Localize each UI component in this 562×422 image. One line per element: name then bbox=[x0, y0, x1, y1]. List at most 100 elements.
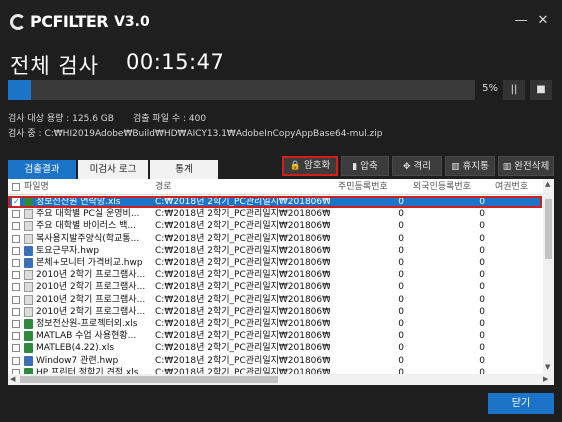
table-row[interactable]: 본체+모니터 가격비교.hwp C:₩2018년 2학기_PC관리일지₩20180… bbox=[8, 257, 542, 269]
hwp-file-icon bbox=[24, 245, 33, 256]
cell-frn: 0 bbox=[479, 258, 485, 268]
column-header-rrn[interactable]: 주민등록번호 bbox=[338, 179, 388, 195]
scroll-right-icon[interactable]: ▶ bbox=[543, 375, 548, 383]
doc-file-icon bbox=[24, 221, 33, 232]
cell-filename: Window7 관련.hwp bbox=[36, 355, 119, 366]
row-checkbox[interactable] bbox=[12, 234, 20, 243]
vertical-scrollbar[interactable]: ▲ ▼ bbox=[543, 179, 554, 375]
table-row[interactable]: 복사용지발주양식(학교통... C:₩2018년 2학기_PC관리일지₩20180… bbox=[8, 233, 542, 245]
compress-label: 압축 bbox=[360, 161, 378, 172]
scan-title: 전체 검사 bbox=[10, 54, 99, 78]
cell-rrn: 0 bbox=[398, 197, 404, 207]
horizontal-scrollbar[interactable]: ◀ ▶ bbox=[8, 374, 554, 385]
cell-rrn: 0 bbox=[398, 245, 404, 256]
encrypt-button[interactable]: 🔒 암호화 bbox=[282, 156, 338, 176]
doc-file-icon bbox=[24, 233, 33, 244]
horizontal-scroll-thumb[interactable] bbox=[20, 376, 278, 383]
scroll-left-icon[interactable]: ◀ bbox=[10, 375, 15, 383]
column-header-passport[interactable]: 여권번호 bbox=[495, 179, 528, 195]
row-checkbox[interactable]: ✓ bbox=[12, 197, 20, 206]
table-row[interactable]: 토요근무자.hwp C:₩2018년 2학기_PC관리일지₩201806₩업...… bbox=[8, 245, 542, 257]
table-row[interactable]: 2010년 2학기 프로그램사... C:₩2018년 2학기_PC관리일지₩20… bbox=[8, 281, 542, 293]
table-row[interactable]: ✓ 정보전산원 연락망.xls C:₩2018년 2학기_PC관리일지₩201806… bbox=[8, 196, 542, 208]
stop-button[interactable]: ■ bbox=[530, 80, 552, 100]
cell-rrn: 0 bbox=[398, 209, 404, 220]
cell-frn: 0 bbox=[479, 331, 485, 342]
cell-path: C:₩2018년 2학기_PC관리일지₩201806₩업... bbox=[155, 270, 330, 281]
row-checkbox[interactable] bbox=[12, 271, 20, 280]
permanent-delete-button[interactable]: ▥ 완전삭제 bbox=[498, 156, 554, 176]
column-header-path[interactable]: 경로 bbox=[155, 179, 172, 195]
scroll-down-icon[interactable]: ▼ bbox=[545, 363, 550, 371]
row-checkbox[interactable] bbox=[12, 283, 20, 292]
cell-frn: 0 bbox=[479, 270, 485, 281]
cell-filename: 2010년 2학기 프로그램사... bbox=[36, 270, 146, 281]
table-row[interactable]: Window7 관련.hwp C:₩2018년 2학기_PC관리일지₩201806… bbox=[8, 355, 542, 367]
isolate-button[interactable]: ✥ 격리 bbox=[392, 156, 442, 176]
row-checkbox[interactable] bbox=[12, 320, 20, 328]
close-icon[interactable]: ✕ bbox=[532, 10, 554, 32]
progress-bar bbox=[8, 80, 475, 100]
table-row[interactable]: 2010년 2학기 프로그램사... C:₩2018년 2학기_PC관리일지₩20… bbox=[8, 269, 542, 281]
hwp-file-icon bbox=[24, 355, 33, 366]
row-checkbox[interactable] bbox=[12, 356, 20, 365]
row-checkbox[interactable] bbox=[12, 344, 20, 353]
cell-path: C:₩2018년 2학기_PC관리일지₩201806₩업... bbox=[155, 343, 330, 354]
xls-file-icon bbox=[24, 343, 33, 354]
row-checkbox[interactable] bbox=[12, 295, 20, 304]
column-header-frn[interactable]: 외국인등록번호 bbox=[413, 179, 471, 195]
table-row[interactable]: 2010년 2학기 프로그램사... C:₩2018년 2학기_PC관리일지₩20… bbox=[8, 306, 542, 318]
cell-frn: 0 bbox=[479, 294, 485, 305]
scroll-up-icon[interactable]: ▲ bbox=[545, 180, 550, 188]
results-table: 파일명 경로 주민등록번호 외국인등록번호 여권번호 ✓ 정보전산원 연락망.xl… bbox=[8, 179, 554, 375]
row-checkbox[interactable] bbox=[12, 210, 20, 219]
cell-filename: 주요 대학별 바이러스 백... bbox=[36, 221, 136, 232]
tab-statistics[interactable]: 통계 bbox=[150, 160, 218, 179]
isolate-label: 격리 bbox=[413, 161, 432, 172]
row-checkbox[interactable] bbox=[12, 307, 20, 316]
row-checkbox[interactable] bbox=[12, 332, 20, 341]
table-row[interactable]: 2010년 2학기 프로그램사... C:₩2018년 2학기_PC관리일지₩20… bbox=[8, 294, 542, 306]
hwp-file-icon bbox=[24, 258, 33, 268]
move-icon: ✥ bbox=[402, 162, 411, 172]
row-checkbox[interactable] bbox=[12, 259, 20, 267]
row-checkbox[interactable] bbox=[12, 222, 20, 231]
cell-filename: 토요근무자.hwp bbox=[36, 245, 100, 256]
column-header-filename[interactable]: 파일명 bbox=[24, 179, 49, 195]
cell-frn: 0 bbox=[479, 343, 485, 354]
table-row[interactable]: 정보전산원-프로젝터외.xls C:₩2018년 2학기_PC관리일지₩20180… bbox=[8, 318, 542, 330]
trash-button[interactable]: ▥ 휴지통 bbox=[445, 156, 495, 176]
cell-frn: 0 bbox=[479, 355, 485, 366]
cell-filename: 2010년 2학기 프로그램사... bbox=[36, 282, 146, 293]
delete-icon: ▥ bbox=[502, 162, 512, 172]
current-path: 검사 중 : C:₩HI2019Adobe₩Build₩HD₩AICY13.1₩… bbox=[8, 129, 383, 139]
cell-filename: 복사용지발주양식(학교통... bbox=[36, 233, 140, 244]
cell-frn: 0 bbox=[479, 209, 485, 220]
vertical-scroll-thumb[interactable] bbox=[545, 199, 552, 259]
doc-file-icon bbox=[24, 306, 33, 317]
cell-filename: 2010년 2학기 프로그램사... bbox=[36, 294, 146, 305]
minimize-icon[interactable]: — bbox=[510, 10, 532, 32]
cell-frn: 0 bbox=[479, 245, 485, 256]
lock-icon: 🔒 bbox=[289, 161, 301, 171]
cell-filename: 주요 대학별 PC실 운영비... bbox=[36, 209, 140, 220]
version-label: V3.0 bbox=[114, 13, 150, 30]
tab-unscanned-log[interactable]: 미검사 로그 bbox=[78, 160, 148, 179]
logo-pc-text: PC bbox=[30, 12, 53, 31]
table-row[interactable]: 주요 대학별 PC실 운영비... C:₩2018년 2학기_PC관리일지₩201… bbox=[8, 208, 542, 220]
cell-path: C:₩2018년 2학기_PC관리일지₩201806₩업... bbox=[155, 306, 330, 317]
close-button[interactable]: 닫기 bbox=[488, 393, 554, 414]
table-row[interactable]: MATLAB 수업 사용현황... C:₩2018년 2학기_PC관리일지₩201… bbox=[8, 330, 542, 342]
select-all-checkbox[interactable] bbox=[12, 183, 20, 191]
table-row[interactable]: 주요 대학별 바이러스 백... C:₩2018년 2학기_PC관리일지₩2018… bbox=[8, 220, 542, 232]
compress-button[interactable]: ▮ 압축 bbox=[341, 156, 389, 176]
pause-button[interactable]: || bbox=[503, 80, 525, 100]
table-row[interactable]: MATLEB(4.22).xls C:₩2018년 2학기_PC관리일지₩2018… bbox=[8, 342, 542, 354]
row-checkbox[interactable] bbox=[12, 246, 20, 255]
cell-filename: 2010년 2학기 프로그램사... bbox=[36, 306, 146, 317]
cell-frn: 0 bbox=[479, 221, 485, 232]
doc-file-icon bbox=[24, 209, 33, 220]
xls-file-icon bbox=[24, 197, 33, 207]
cell-rrn: 0 bbox=[398, 258, 404, 268]
tab-detection-results[interactable]: 검출결과 bbox=[8, 160, 76, 179]
